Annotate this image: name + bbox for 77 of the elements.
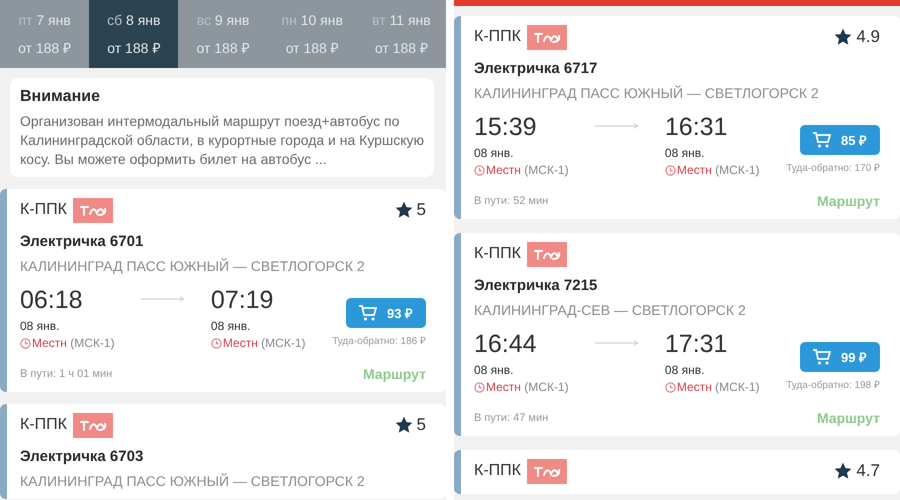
route-stations: КАЛИНИНГРАД ПАСС ЮЖНЫЙ — СВЕТЛОГОРСК 2 [20, 258, 366, 274]
buy-ticket-button[interactable]: 85 ₽ [800, 125, 880, 155]
star-icon [394, 415, 414, 435]
timezone-label: Местн [486, 163, 521, 177]
departure-time: 06:18 [20, 286, 84, 315]
timezone: (МСК-1) [714, 380, 760, 394]
timezone: (МСК-1) [523, 380, 569, 394]
clock-icon [664, 164, 676, 176]
round-trip-price: Туда-обратно: 170 ₽ [786, 162, 880, 174]
timezone-label: Местн [32, 336, 67, 350]
train-name: Электричка 6717 [474, 60, 598, 77]
departure-date: 08 янв. [474, 146, 515, 160]
cart-icon [812, 132, 831, 148]
arrow-icon [595, 340, 639, 346]
clock-icon [474, 164, 485, 176]
logo-icon [526, 242, 567, 266]
logo-icon [526, 24, 567, 50]
timezone: (МСК-1) [69, 336, 115, 350]
clock-icon [474, 382, 485, 392]
arrival-time: 17:31 [664, 330, 728, 359]
train-name: Электричка 6703 [20, 448, 144, 465]
clock-icon [664, 382, 676, 392]
cart-icon [812, 349, 831, 365]
clock-icon [210, 338, 222, 348]
round-trip-price: Туда-обратно: 198 ₽ [786, 379, 880, 391]
star-icon [833, 461, 854, 481]
star-icon [833, 27, 854, 47]
timezone: (МСК-1) [714, 163, 760, 177]
carrier-name: К-ППК [474, 28, 521, 46]
travel-time: В пути: 47 мин [474, 412, 548, 424]
buy-ticket-button[interactable]: 93 ₽ [346, 298, 426, 328]
route-stations: КАЛИНИНГРАД ПАСС ЮЖНЫЙ — СВЕТЛОГОРСК 2 [20, 473, 366, 489]
route-link[interactable]: Маршрут [816, 410, 880, 426]
rating-value: 4.9 [856, 27, 880, 47]
departure-date: 08 янв. [474, 363, 515, 377]
rating-value: 4.7 [856, 461, 880, 481]
rating-value: 5 [416, 415, 426, 435]
cart-icon [358, 305, 377, 321]
timezone-label: Местн [676, 163, 712, 177]
route-link[interactable]: Маршрут [362, 366, 426, 382]
timezone: (МСК-1) [523, 163, 569, 177]
carrier-name: К-ППК [20, 416, 67, 434]
star-icon [394, 200, 414, 220]
notice-text: Организован интермодальный маршрут поезд+автобус по Калининградской области, в курортные города и на Куршскую косу. Вы можете оформить билет на автобус ... [20, 112, 424, 169]
carrier-name: К-ППК [474, 462, 521, 480]
arrival-date: 08 янв. [210, 319, 252, 333]
notice-title: Внимание [20, 88, 101, 106]
logo-icon [72, 412, 113, 438]
timezone-label: Местн [676, 380, 712, 394]
departure-time: 15:39 [474, 113, 538, 142]
departure-time: 16:44 [474, 330, 538, 359]
date-tab[interactable]: сб 8 янв от 188 ₽ [89, 0, 178, 68]
timezone-label: Местн [486, 380, 521, 394]
rating-value: 5 [416, 200, 426, 220]
timezone: (МСК-1) [260, 336, 306, 350]
departure-date: 08 янв. [20, 319, 61, 333]
round-trip-price: Туда-обратно: 186 ₽ [332, 335, 426, 347]
train-name: Электричка 6701 [20, 233, 144, 250]
travel-time: В пути: 1 ч 01 мин [20, 368, 112, 380]
arrow-icon [141, 296, 185, 302]
route-stations: КАЛИНИНГРАД-СЕВ — СВЕТЛОГОРСК 2 [474, 302, 747, 318]
arrival-date: 08 янв. [664, 146, 706, 160]
timezone-label: Местн [222, 336, 258, 350]
clock-icon [20, 338, 31, 348]
travel-time: В пути: 52 мин [474, 195, 548, 207]
arrow-icon [595, 123, 639, 129]
carrier-name: К-ППК [474, 245, 521, 263]
logo-icon [526, 458, 567, 484]
route-link[interactable]: Маршрут [816, 193, 880, 209]
arrival-time: 16:31 [664, 113, 728, 142]
carrier-name: К-ППК [20, 201, 67, 219]
arrival-time: 07:19 [210, 286, 274, 315]
train-name: Электричка 7215 [474, 277, 598, 294]
buy-ticket-button[interactable]: 99 ₽ [800, 342, 880, 372]
logo-icon [72, 198, 113, 222]
arrival-date: 08 янв. [664, 363, 706, 377]
route-stations: КАЛИНИНГРАД ПАСС ЮЖНЫЙ — СВЕТЛОГОРСК 2 [474, 85, 820, 101]
